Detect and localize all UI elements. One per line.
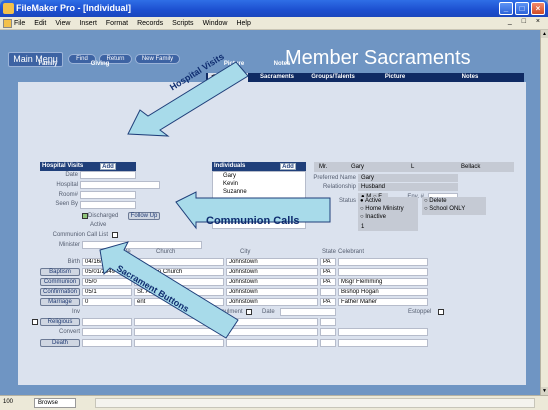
- vertical-scrollbar[interactable]: ▲ ▼: [540, 30, 548, 395]
- scroll-down-arrow-icon[interactable]: ▼: [541, 387, 548, 395]
- menu-help[interactable]: Help: [236, 20, 250, 27]
- close-button[interactable]: ×: [531, 2, 545, 15]
- horizontal-scrollbar[interactable]: [95, 398, 535, 408]
- document-icon: [3, 19, 12, 28]
- app-area: Main Menu Find Return New Family Member …: [0, 30, 540, 395]
- minimize-button[interactable]: _: [499, 2, 513, 15]
- menu-format[interactable]: Format: [106, 20, 128, 27]
- menu-records[interactable]: Records: [137, 20, 163, 27]
- menu-window[interactable]: Window: [203, 20, 228, 27]
- filemaker-app-icon: [3, 3, 14, 14]
- window-title-bar: FileMaker Pro - [Individual] _ □ ×: [0, 0, 548, 17]
- menu-file[interactable]: File: [14, 20, 25, 27]
- scroll-up-arrow-icon[interactable]: ▲: [541, 30, 548, 38]
- menu-view[interactable]: View: [55, 20, 70, 27]
- callout-communion-calls: Communion Calls: [206, 215, 300, 227]
- menu-edit[interactable]: Edit: [34, 20, 46, 27]
- document-window-controls[interactable]: _ □ ×: [508, 18, 544, 25]
- menu-scripts[interactable]: Scripts: [172, 20, 193, 27]
- status-bar: 100 Browse: [0, 395, 548, 410]
- window-title: FileMaker Pro - [Individual]: [16, 3, 132, 13]
- menu-bar: File Edit View Insert Format Records Scr…: [0, 17, 548, 30]
- zoom-level[interactable]: 100: [3, 399, 13, 405]
- maximize-button[interactable]: □: [515, 2, 529, 15]
- mode-selector[interactable]: Browse: [34, 398, 76, 408]
- menu-insert[interactable]: Insert: [79, 20, 97, 27]
- sacrament-buttons-arrow-shape: [99, 241, 239, 339]
- callout-arrows: [99, 61, 331, 339]
